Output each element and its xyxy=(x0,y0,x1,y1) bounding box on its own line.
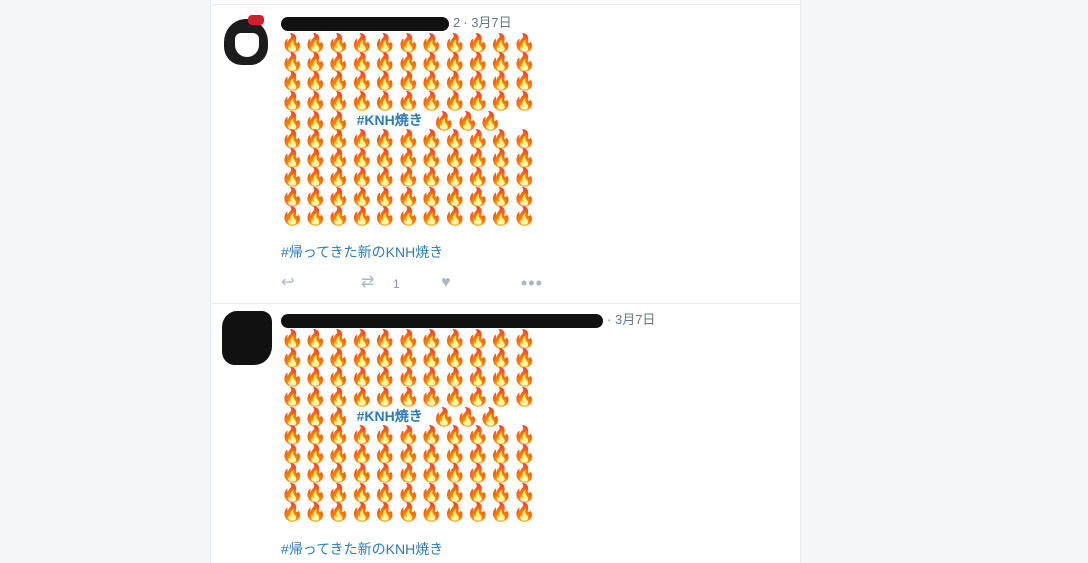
tweet[interactable]: · 3月7日 🔥🔥🔥🔥🔥🔥🔥🔥🔥🔥🔥 🔥🔥🔥🔥🔥🔥🔥🔥🔥🔥🔥 🔥🔥🔥🔥🔥🔥🔥🔥🔥… xyxy=(211,303,800,563)
tweet-body: 🔥🔥🔥🔥🔥🔥🔥🔥🔥🔥🔥 🔥🔥🔥🔥🔥🔥🔥🔥🔥🔥🔥 🔥🔥🔥🔥🔥🔥🔥🔥🔥🔥🔥 🔥🔥🔥🔥… xyxy=(281,329,537,522)
fire-row: 🔥🔥🔥🔥🔥🔥🔥🔥🔥🔥🔥 xyxy=(281,128,537,149)
separator: · xyxy=(607,312,612,327)
fire-row: 🔥🔥🔥🔥🔥🔥🔥🔥🔥🔥🔥 xyxy=(281,482,537,503)
fire-right: 🔥🔥🔥 xyxy=(432,110,503,131)
fire-left: 🔥🔥🔥 xyxy=(281,110,351,131)
retweet-count: 1 xyxy=(393,277,400,291)
fire-row: 🔥🔥🔥🔥🔥🔥🔥🔥🔥🔥🔥 xyxy=(281,205,537,226)
tweet[interactable]: 2 · 3月7日 🔥🔥🔥🔥🔥🔥🔥🔥🔥🔥🔥 🔥🔥🔥🔥🔥🔥🔥🔥🔥🔥🔥 🔥🔥🔥🔥🔥🔥🔥🔥… xyxy=(211,4,800,304)
tweet-date[interactable]: 3月7日 xyxy=(615,312,655,327)
fire-row: 🔥🔥🔥🔥🔥🔥🔥🔥🔥🔥🔥 xyxy=(281,444,537,465)
avatar[interactable] xyxy=(222,311,272,365)
fire-row: 🔥🔥🔥🔥🔥🔥🔥🔥🔥🔥🔥 xyxy=(281,463,537,484)
fire-row-middle: 🔥🔥🔥 #KNH焼き 🔥🔥🔥 xyxy=(281,111,511,130)
fire-left: 🔥🔥🔥 xyxy=(281,406,351,427)
tweet-header: · 3月7日 xyxy=(281,311,655,329)
fire-row: 🔥🔥🔥🔥🔥🔥🔥🔥🔥🔥🔥 xyxy=(281,33,537,53)
fire-row: 🔥🔥🔥🔥🔥🔥🔥🔥🔥🔥🔥 xyxy=(281,167,537,188)
fire-row: 🔥🔥🔥🔥🔥🔥🔥🔥🔥🔥🔥 xyxy=(281,424,537,445)
more-icon[interactable]: ••• xyxy=(521,273,543,293)
fire-row: 🔥🔥🔥🔥🔥🔥🔥🔥🔥🔥🔥 xyxy=(281,348,537,369)
tweet-body: 🔥🔥🔥🔥🔥🔥🔥🔥🔥🔥🔥 🔥🔥🔥🔥🔥🔥🔥🔥🔥🔥🔥 🔥🔥🔥🔥🔥🔥🔥🔥🔥🔥🔥 🔥🔥🔥🔥… xyxy=(281,33,537,226)
redacted-avatar xyxy=(222,311,272,365)
fire-row: 🔥🔥🔥🔥🔥🔥🔥🔥🔥🔥🔥 xyxy=(281,186,537,207)
reply-icon[interactable]: ↩ xyxy=(281,273,294,293)
fire-row: 🔥🔥🔥🔥🔥🔥🔥🔥🔥🔥🔥 xyxy=(281,148,537,169)
inline-hashtag-link[interactable]: #KNH焼き xyxy=(357,408,423,424)
avatar-face xyxy=(235,33,259,57)
hashtag-link[interactable]: #帰ってきた新のKNH焼き xyxy=(281,242,443,262)
redacted-username[interactable] xyxy=(281,16,449,31)
inline-hashtag-link[interactable]: #KNH焼き xyxy=(357,112,423,128)
fire-row: 🔥🔥🔥🔥🔥🔥🔥🔥🔥🔥🔥 xyxy=(281,386,537,407)
separator: · xyxy=(463,15,468,30)
fire-row-middle: 🔥🔥🔥 #KNH焼き 🔥🔥🔥 xyxy=(281,407,511,426)
username-suffix: 2 xyxy=(453,15,461,30)
fire-row: 🔥🔥🔥🔥🔥🔥🔥🔥🔥🔥🔥 xyxy=(281,90,537,111)
fire-row: 🔥🔥🔥🔥🔥🔥🔥🔥🔥🔥🔥 xyxy=(281,367,537,388)
fire-row: 🔥🔥🔥🔥🔥🔥🔥🔥🔥🔥🔥 xyxy=(281,501,537,522)
fire-right: 🔥🔥🔥 xyxy=(432,406,503,427)
avatar-bow xyxy=(248,15,264,25)
fire-row: 🔥🔥🔥🔥🔥🔥🔥🔥🔥🔥🔥 xyxy=(281,71,537,92)
fire-row: 🔥🔥🔥🔥🔥🔥🔥🔥🔥🔥🔥 xyxy=(281,52,537,73)
tweet-header: 2 · 3月7日 xyxy=(281,14,512,32)
hashtag-link[interactable]: #帰ってきた新のKNH焼き xyxy=(281,539,443,559)
redacted-username[interactable] xyxy=(281,313,603,328)
tweet-actions: ↩ ⇄ 1 ♥ ••• xyxy=(281,273,581,293)
like-icon[interactable]: ♥ xyxy=(441,273,451,293)
fire-row: 🔥🔥🔥🔥🔥🔥🔥🔥🔥🔥🔥 xyxy=(281,329,537,349)
tweet-date[interactable]: 3月7日 xyxy=(471,15,511,30)
timeline: 2 · 3月7日 🔥🔥🔥🔥🔥🔥🔥🔥🔥🔥🔥 🔥🔥🔥🔥🔥🔥🔥🔥🔥🔥🔥 🔥🔥🔥🔥🔥🔥🔥🔥… xyxy=(210,0,801,563)
avatar[interactable] xyxy=(222,15,272,65)
retweet-icon[interactable]: ⇄ xyxy=(361,273,374,293)
